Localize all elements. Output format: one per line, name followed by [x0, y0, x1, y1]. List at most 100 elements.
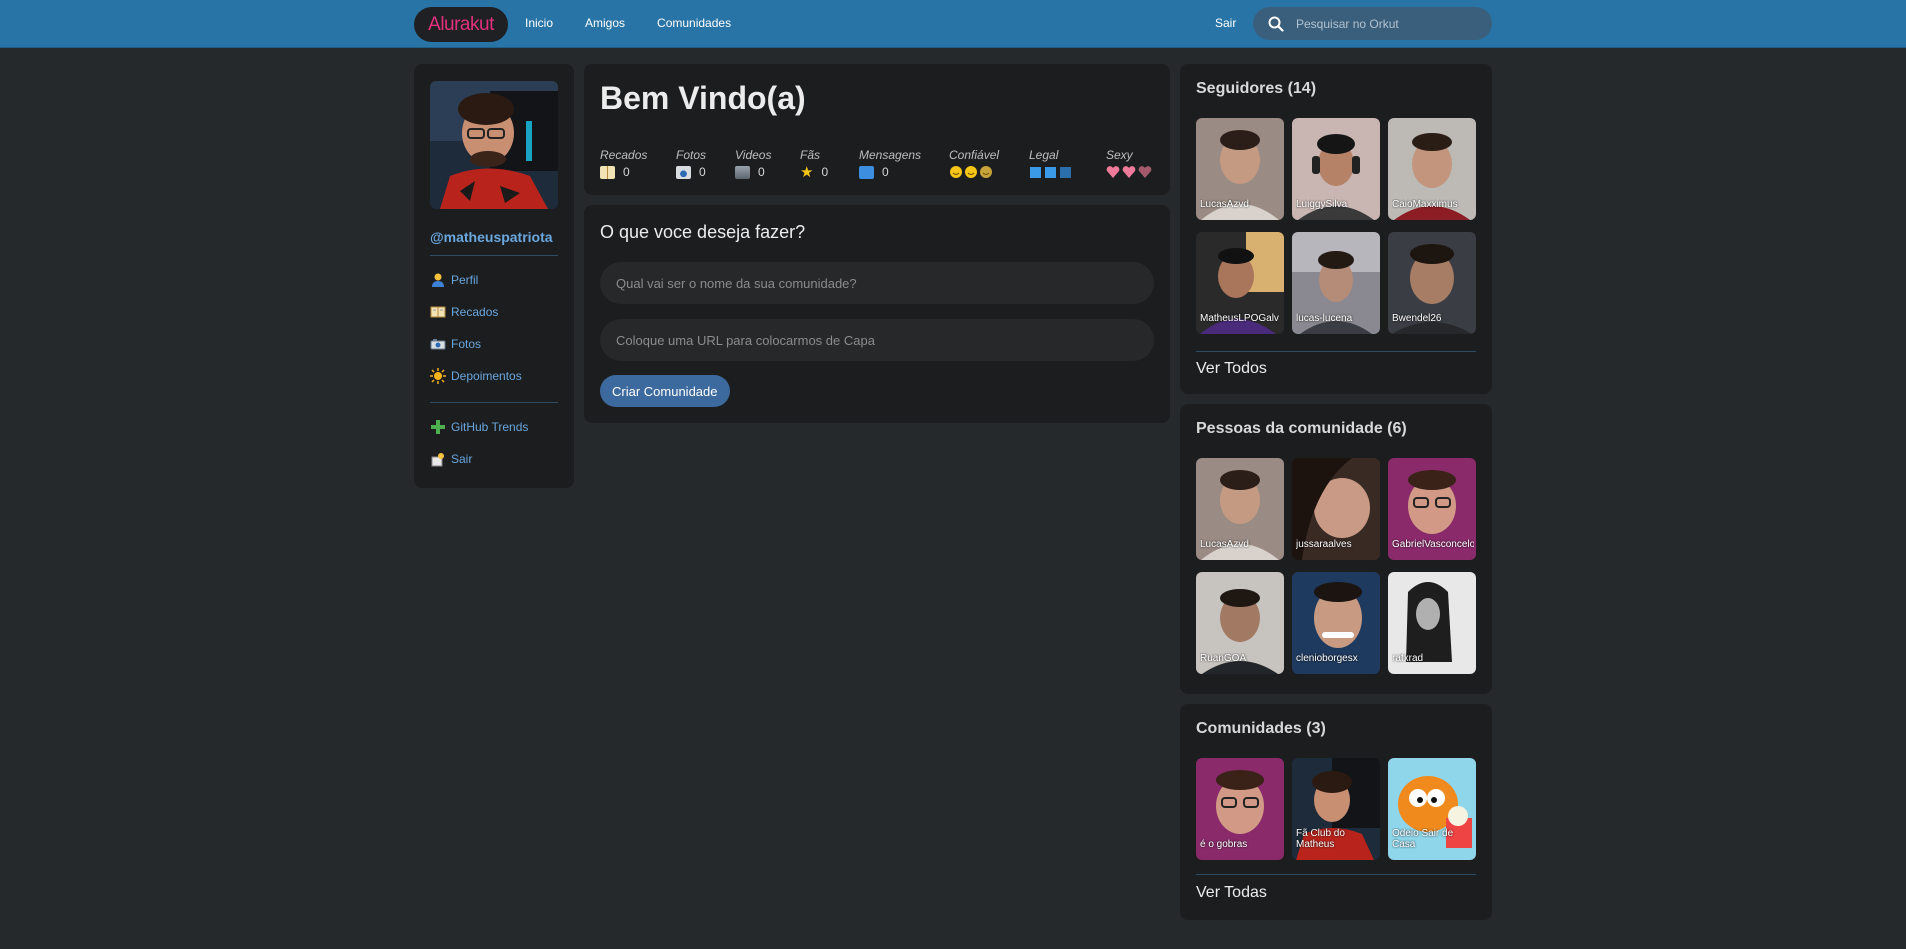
- stat-label: Confiável: [949, 148, 1000, 162]
- follower-card[interactable]: CaioMaxximus: [1388, 118, 1476, 220]
- stat-value: 0: [821, 165, 829, 179]
- menu-depoimentos[interactable]: Depoimentos: [430, 360, 558, 392]
- stat-label: Recados: [600, 148, 648, 162]
- community-card[interactable]: Odeio Sair de Casa: [1388, 758, 1476, 860]
- main-nav: Inicio Amigos Comunidades: [525, 16, 763, 30]
- divider: [1196, 874, 1476, 875]
- follower-card[interactable]: Bwendel26: [1388, 232, 1476, 334]
- stat-label: Videos: [735, 148, 772, 162]
- nav-amigos-link[interactable]: Amigos: [585, 16, 625, 30]
- community-name: Fã Club do Matheus: [1296, 828, 1345, 850]
- book-icon: [430, 306, 446, 318]
- community-cover-url-input[interactable]: [600, 319, 1154, 361]
- profile-username-link[interactable]: @matheuspatriota: [430, 229, 558, 245]
- stat-legal: Legal: [1029, 148, 1075, 179]
- stat-recados: Recados 0: [600, 148, 647, 179]
- community-people-title: Pessoas da comunidade (6): [1196, 420, 1407, 437]
- profile-avatar[interactable]: [430, 81, 558, 209]
- follower-name: LuiggySilva: [1296, 199, 1348, 210]
- person-card[interactable]: jussaraalves: [1292, 458, 1380, 560]
- camera-icon: [676, 165, 691, 179]
- community-name: Odeio Sair de Casa: [1392, 828, 1454, 850]
- create-community-form: O que voce deseja fazer? Criar Comunidad…: [584, 205, 1170, 423]
- community-name-input[interactable]: [600, 262, 1154, 304]
- menu-perfil-label: Perfil: [451, 273, 479, 287]
- person-name: clenioborgesx: [1296, 653, 1358, 664]
- plus-icon: [431, 420, 445, 434]
- book-icon: [600, 165, 615, 179]
- follower-name: Bwendel26: [1392, 313, 1442, 324]
- person-card[interactable]: LucasAzvd: [1196, 458, 1284, 560]
- search-icon: [1268, 16, 1284, 32]
- profile-sidebar: @matheuspatriota Perfil Recados Fotos De…: [414, 64, 574, 488]
- stat-fas: Fãs ★ 0: [800, 148, 829, 181]
- heart-rating: [1106, 165, 1154, 179]
- nav-inicio-link[interactable]: Inicio: [525, 16, 553, 30]
- menu-sair[interactable]: Sair: [430, 443, 558, 475]
- community-people-grid: LucasAzvd jussaraalves GabrielVasconcelo…: [1196, 458, 1476, 674]
- form-title: O que voce deseja fazer?: [600, 222, 806, 242]
- person-card[interactable]: clenioborgesx: [1292, 572, 1380, 674]
- ice-cube-icons: [1030, 167, 1071, 178]
- star-icon: ★: [800, 163, 814, 181]
- stat-videos: Videos 0: [735, 148, 771, 179]
- alurakut-logo[interactable]: Alurakut: [414, 7, 508, 42]
- ice-cube-rating: [1029, 165, 1075, 179]
- nav-comunidades-link[interactable]: Comunidades: [657, 16, 731, 30]
- stat-label: Sexy: [1106, 148, 1133, 162]
- person-card[interactable]: GabrielVasconcelo: [1388, 458, 1476, 560]
- logout-icon: [431, 453, 444, 467]
- see-all-followers-link[interactable]: Ver Todos: [1196, 360, 1267, 378]
- community-card[interactable]: é o gobras: [1196, 758, 1284, 860]
- stat-mensagens: Mensagens 0: [859, 148, 921, 179]
- logout-link[interactable]: Sair: [1215, 16, 1236, 30]
- menu-fotos-label: Fotos: [451, 337, 482, 351]
- menu-sair-label: Sair: [451, 452, 473, 466]
- follower-card[interactable]: LucasAzvd: [1196, 118, 1284, 220]
- menu-fotos[interactable]: Fotos: [430, 328, 558, 360]
- create-community-button[interactable]: Criar Comunidade: [600, 375, 730, 407]
- follower-card[interactable]: LuiggySilva: [1292, 118, 1380, 220]
- menu-recados[interactable]: Recados: [430, 296, 558, 328]
- menu-depoimentos-label: Depoimentos: [451, 369, 522, 383]
- stat-label: Mensagens: [859, 148, 922, 162]
- follower-card[interactable]: lucas-lucena: [1292, 232, 1380, 334]
- welcome-box: Bem Vindo(a) Recados 0 Fotos 0 Videos 0 …: [584, 64, 1170, 195]
- followers-box: Seguidores (14) LucasAzvd LuiggySilva Ca…: [1180, 64, 1492, 394]
- community-name: é o gobras: [1200, 839, 1248, 850]
- stat-fotos: Fotos 0: [676, 148, 706, 179]
- stat-label: Legal: [1029, 148, 1059, 162]
- stat-value: 0: [758, 165, 765, 179]
- search-input[interactable]: [1296, 16, 1476, 31]
- menu-github-trends-label: GitHub Trends: [451, 420, 529, 434]
- person-card[interactable]: RuanGOA: [1196, 572, 1284, 674]
- follower-name: MatheusLPOGalv: [1200, 313, 1279, 324]
- menu-perfil[interactable]: Perfil: [430, 264, 558, 296]
- search-bar[interactable]: [1253, 7, 1492, 40]
- top-navbar: Alurakut Inicio Amigos Comunidades Sair: [0, 0, 1906, 48]
- follower-card[interactable]: MatheusLPOGalv: [1196, 232, 1284, 334]
- follower-name: CaioMaxximus: [1392, 199, 1458, 210]
- community-people-box: Pessoas da comunidade (6) LucasAzvd juss…: [1180, 404, 1492, 694]
- community-card[interactable]: Fã Club do Matheus: [1292, 758, 1380, 860]
- person-card[interactable]: rafxrad: [1388, 572, 1476, 674]
- stat-value: 0: [882, 165, 889, 179]
- smiley-rating: [949, 165, 999, 179]
- stat-label: Fãs: [800, 148, 821, 162]
- communities-box: Comunidades (3) é o gobras Fã Club do Ma…: [1180, 704, 1492, 920]
- followers-grid: LucasAzvd LuiggySilva CaioMaxximus Mathe…: [1196, 118, 1476, 334]
- divider: [1196, 351, 1476, 352]
- communities-title: Comunidades (3): [1196, 720, 1326, 737]
- person-name: rafxrad: [1392, 653, 1424, 664]
- camera-icon: [430, 339, 446, 350]
- person-name: jussaraalves: [1296, 539, 1352, 550]
- envelope-icon: [859, 165, 874, 179]
- menu-recados-label: Recados: [451, 305, 499, 319]
- stat-value: 0: [699, 165, 706, 179]
- stat-label: Fotos: [676, 148, 707, 162]
- menu-github-trends[interactable]: GitHub Trends: [430, 411, 558, 443]
- person-name: GabrielVasconcelo: [1392, 539, 1474, 550]
- sun-icon: [430, 368, 446, 384]
- see-all-communities-link[interactable]: Ver Todas: [1196, 884, 1267, 902]
- stat-sexy: Sexy: [1106, 148, 1154, 179]
